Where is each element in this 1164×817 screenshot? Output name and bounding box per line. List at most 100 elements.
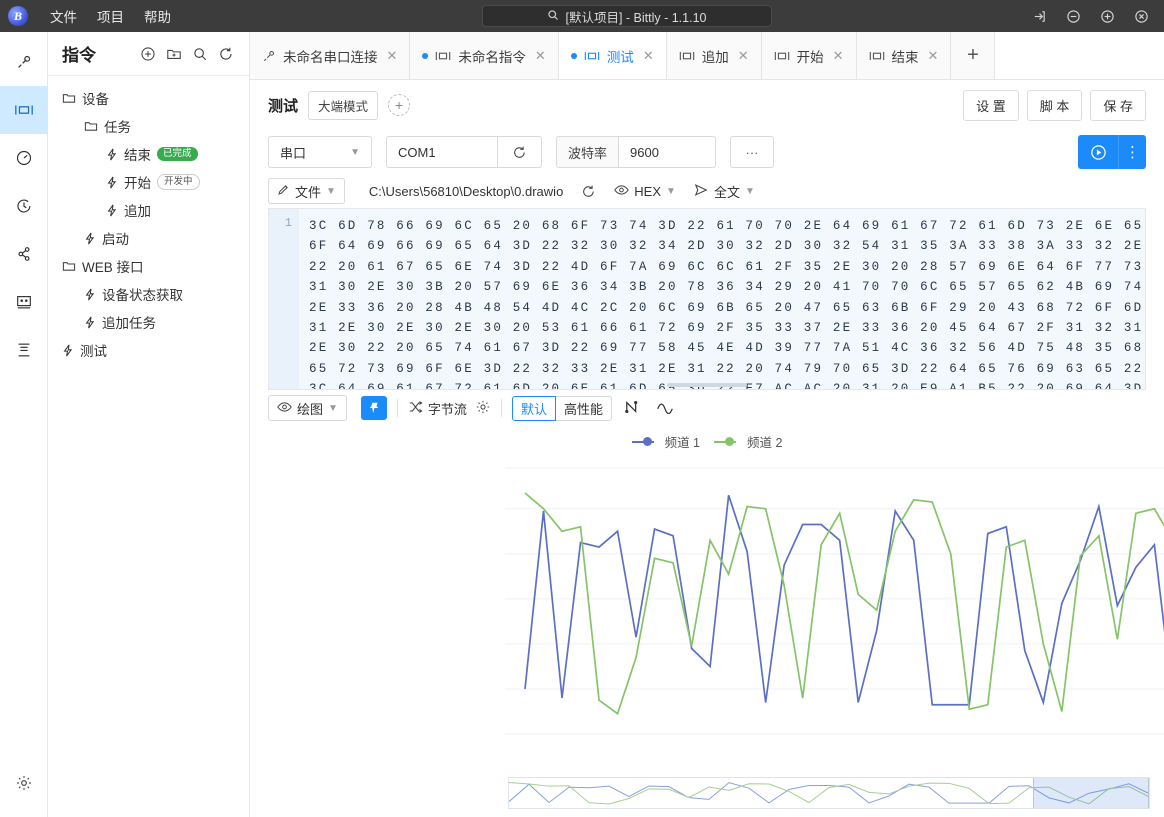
tree-item-6[interactable]: WEB 接口 [48, 252, 249, 280]
chart-settings-gear-icon[interactable] [475, 399, 491, 418]
reload-file-icon[interactable] [581, 184, 596, 199]
tab-label: 未命名串口连接 [283, 49, 378, 65]
tree-item-2[interactable]: 结束 已完成 [48, 140, 249, 168]
add-tag-button[interactable]: + [388, 94, 411, 116]
chart-series-0 [524, 494, 1164, 706]
tree-item-8[interactable]: 追加任务 [48, 308, 249, 336]
perf-mode-high[interactable]: 高性能 [555, 395, 612, 421]
chart-series-1 [524, 492, 1164, 716]
activity-share-icon[interactable] [0, 230, 48, 278]
port-input[interactable]: COM1 [386, 136, 498, 168]
chevron-down-icon: ▼ [744, 185, 755, 197]
tab-5[interactable]: 结束 ✕ [856, 32, 952, 79]
tab-close-icon[interactable]: ✕ [643, 48, 654, 64]
source-type-button[interactable]: 文件 ▼ [268, 178, 345, 204]
status-badge: 已完成 [157, 146, 198, 162]
chart-mode-select[interactable]: 绘图 ▼ [268, 395, 347, 421]
connector-type-value: 串口 [280, 145, 307, 161]
search-icon [547, 9, 559, 24]
tab-label: 追加 [701, 49, 729, 65]
run-button[interactable] [1078, 135, 1118, 169]
tab-close-icon[interactable]: ✕ [928, 48, 939, 64]
activity-history-icon[interactable] [0, 182, 48, 230]
activity-plug-icon[interactable] [0, 38, 48, 86]
connector-type-select[interactable]: 串口 ▼ [268, 136, 372, 168]
search-icon[interactable] [187, 41, 213, 67]
chart-scrollbar-handle[interactable] [1033, 778, 1149, 808]
eye-icon [614, 184, 630, 199]
activity-panel-icon[interactable] [0, 278, 48, 326]
tab-2[interactable]: 测试 ✕ [558, 32, 667, 79]
refresh-ports-icon[interactable] [498, 136, 542, 168]
new-folder-icon[interactable] [161, 41, 187, 67]
format-select[interactable]: HEX ▼ [614, 184, 676, 199]
hex-horizontal-scrollbar[interactable] [667, 383, 747, 387]
baudrate-input[interactable]: 9600 [619, 136, 717, 168]
command-lightning-icon [106, 148, 118, 161]
tab-close-icon[interactable]: ✕ [833, 48, 844, 64]
view-mode-select[interactable]: 全文 ▼ [694, 182, 755, 201]
sidebar-header: 指令 [48, 32, 249, 76]
menu-project[interactable]: 项目 [87, 6, 134, 26]
window-controls [1022, 0, 1158, 32]
tab-1[interactable]: 未命名指令 ✕ [410, 32, 559, 79]
chevron-down-icon: ▼ [666, 185, 676, 197]
tree-item-3[interactable]: 开始 开发中 [48, 168, 249, 196]
connector-more-button[interactable]: ··· [730, 136, 775, 168]
tree-item-1[interactable]: 任务 [48, 112, 249, 140]
pin-icon[interactable] [360, 396, 387, 420]
tab-3[interactable]: 追加 ✕ [666, 32, 762, 79]
tab-close-icon[interactable]: ✕ [738, 48, 749, 64]
tree-item-7[interactable]: 设备状态获取 [48, 280, 249, 308]
maximize-icon[interactable] [1090, 0, 1124, 32]
file-source-row: 文件 ▼ C:\Users\56810\Desktop\0.drawio HEX… [250, 174, 1164, 208]
chart-area[interactable]: 频道 1 频道 2 138.112010080604020 [250, 426, 1164, 817]
save-button[interactable]: 保 存 [1090, 89, 1146, 121]
wave-icon[interactable] [656, 400, 674, 417]
chart-scrollbar[interactable] [508, 777, 1150, 809]
close-icon[interactable] [1124, 0, 1158, 32]
title-search-box[interactable]: [默认项目] - Bittly - 1.1.10 [482, 5, 772, 27]
tab-0[interactable]: 未命名串口连接 ✕ [250, 32, 411, 79]
activity-command-icon[interactable] [0, 86, 48, 134]
tree-item-4[interactable]: 追加 [48, 196, 249, 224]
tree-item-0[interactable]: 设备 [48, 84, 249, 112]
tree-item-9[interactable]: 测试 [48, 336, 249, 364]
tab-label: 测试 [606, 49, 634, 65]
run-more-icon[interactable]: ⋮ [1118, 135, 1146, 169]
chart-plot[interactable]: 138.112010080604020 [250, 426, 1164, 756]
tab-4[interactable]: 开始 ✕ [761, 32, 857, 79]
tab-close-icon[interactable]: ✕ [387, 48, 398, 64]
eye-icon [277, 401, 292, 416]
perf-mode-default[interactable]: 默认 [511, 395, 556, 421]
refresh-icon[interactable] [213, 41, 239, 67]
legend-item-0[interactable]: 频道 1 [631, 432, 700, 451]
menu-file[interactable]: 文件 [40, 6, 87, 26]
polyline-icon[interactable] [624, 399, 642, 418]
tab-close-icon[interactable]: ✕ [535, 48, 546, 64]
sidebar: 指令 设备任务 结束 已完成 开始 开发中 追加 启动 WEB 接口 设备状态获取 追加任务 测试 [48, 32, 250, 817]
baudrate-label: 波特率 [556, 136, 620, 168]
file-path-text[interactable]: C:\Users\56810\Desktop\0.drawio [369, 184, 563, 199]
hex-line-number: 1 [269, 209, 299, 389]
hex-viewer[interactable]: 1 3C 6D 78 66 69 6C 65 20 68 6F 73 74 3D… [268, 208, 1146, 390]
command-header-actions: 设 置 脚 本 保 存 [963, 89, 1146, 121]
endianness-tag[interactable]: 大端模式 [308, 90, 379, 120]
activity-dashboard-icon[interactable] [0, 134, 48, 182]
legend-item-1[interactable]: 频道 2 [714, 432, 782, 451]
new-tab-button[interactable]: + [951, 32, 996, 79]
tree-item-5[interactable]: 启动 [48, 224, 249, 252]
tree-item-label: 设备 [82, 92, 109, 107]
logout-icon[interactable] [1022, 0, 1056, 32]
main-panel: 未命名串口连接 ✕ 未命名指令 ✕ 测试 ✕ 追加 ✕ 开始 ✕ 结束 ✕ + 测试 大端模式 + 设 … [250, 32, 1164, 817]
command-lightning-icon [84, 316, 96, 329]
activity-stack-icon[interactable] [0, 326, 48, 374]
settings-gear-icon[interactable] [0, 759, 48, 807]
minimize-icon[interactable] [1056, 0, 1090, 32]
script-button[interactable]: 脚 本 [1026, 89, 1083, 121]
menu-help[interactable]: 帮助 [134, 6, 181, 26]
byte-stream-button[interactable]: 字节流 [408, 399, 467, 418]
settings-button[interactable]: 设 置 [963, 89, 1019, 121]
hex-content[interactable]: 3C 6D 78 66 69 6C 65 20 68 6F 73 74 3D 2… [299, 209, 1145, 389]
add-circle-icon[interactable] [135, 41, 161, 67]
